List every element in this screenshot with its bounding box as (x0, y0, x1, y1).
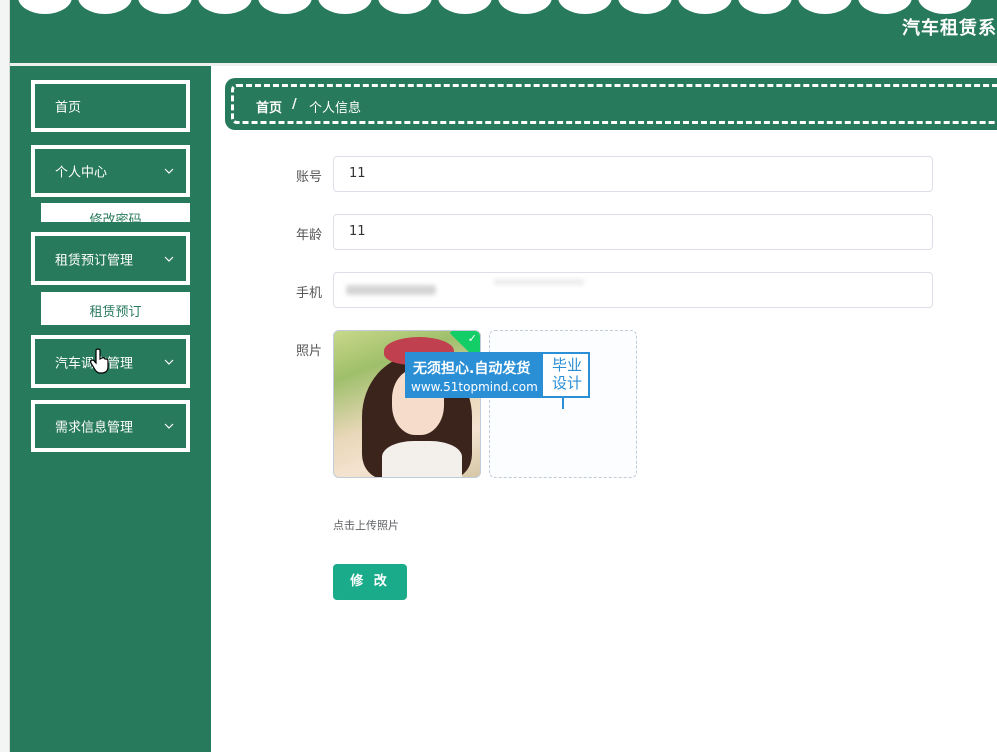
breadcrumb-separator: / (292, 97, 297, 112)
watermark-line2: www.51topmind.com (411, 380, 538, 394)
chevron-down-icon (164, 168, 174, 174)
hand-cursor-icon (90, 348, 109, 374)
sidebar-item-label: 租赁预订管理 (55, 253, 134, 268)
upload-hint: 点击上传照片 (333, 519, 399, 532)
photo-label: 照片 (295, 344, 322, 359)
breadcrumb-current: 个人信息 (309, 101, 362, 116)
header-scallop-decoration (10, 0, 997, 16)
breadcrumb-home[interactable]: 首页 (256, 97, 282, 116)
sidebar-item-demand-info[interactable]: 需求信息管理 (31, 400, 190, 452)
submenu-change-password[interactable]: 修改密码 (41, 203, 190, 222)
sidebar-item-rental-booking[interactable]: 租赁预订管理 (31, 232, 190, 285)
chevron-down-icon (164, 359, 174, 365)
sidebar-item-car-dispatch[interactable]: 汽车调度管理 (31, 335, 190, 388)
phone-label: 手机 (295, 286, 322, 301)
account-label: 账号 (295, 170, 322, 185)
breadcrumb: 首页 / 个人信息 (225, 78, 997, 130)
window-edge (0, 0, 10, 752)
check-icon: ✓ (467, 332, 477, 345)
submenu-rental-booking[interactable]: 租赁预订 (41, 292, 190, 325)
sidebar-item-label: 需求信息管理 (55, 420, 134, 436)
age-label: 年龄 (295, 228, 322, 243)
chevron-down-icon (164, 256, 174, 262)
chevron-down-icon (164, 423, 174, 429)
top-header: 汽车租赁系 (10, 0, 997, 63)
watermark-overlay: 无须担心.自动发货 www.51topmind.com 毕业 设计 (405, 352, 590, 398)
sidebar-item-label: 个人中心 (55, 165, 108, 181)
site-title: 汽车租赁系 (902, 18, 997, 39)
watermark-right: 毕业 设计 (551, 356, 582, 392)
sidebar-item-label: 首页 (55, 100, 82, 116)
phone-input[interactable] (333, 272, 933, 308)
account-input[interactable]: 11 (333, 156, 933, 192)
submit-button[interactable]: 修 改 (333, 564, 407, 600)
sidebar: 首页 个人中心 修改密码 租赁预订管理 租赁预订 汽车调度管理 需求信息管理 (10, 66, 211, 752)
watermark-line1: 无须担心.自动发货 (413, 361, 531, 377)
blurred-phone-value (346, 285, 436, 295)
sidebar-item-personal-center[interactable]: 个人中心 (31, 145, 190, 197)
age-input[interactable]: 11 (333, 214, 933, 250)
sidebar-item-home[interactable]: 首页 (31, 80, 190, 132)
